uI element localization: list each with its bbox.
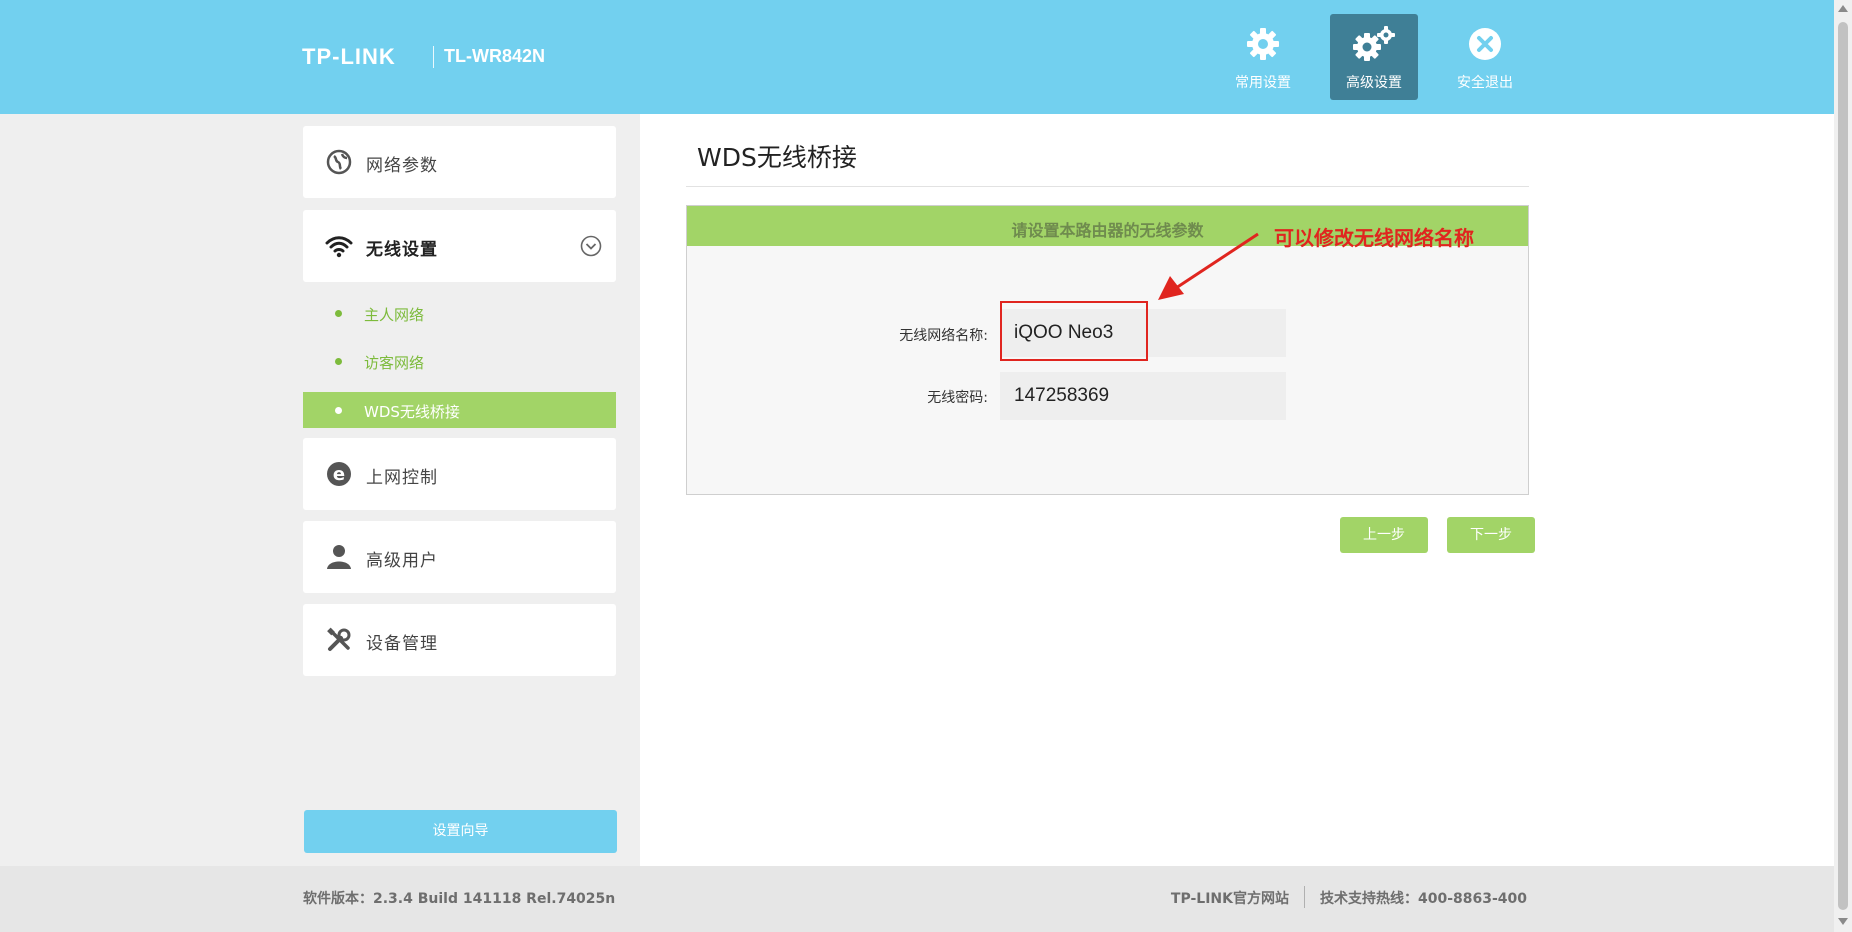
vertical-scrollbar[interactable] xyxy=(1834,0,1852,932)
title-divider xyxy=(686,186,1529,187)
setup-wizard-button[interactable]: 设置向导 xyxy=(304,810,617,853)
bullet-icon xyxy=(335,407,342,414)
ssid-label: 无线网络名称: xyxy=(899,328,988,344)
software-version: 软件版本：2.3.4 Build 141118 Rel.74025n xyxy=(303,891,616,907)
close-circle-icon xyxy=(1441,24,1529,64)
highlight-box xyxy=(1000,301,1148,361)
advanced-settings-label: 高级设置 xyxy=(1346,75,1402,91)
annotation-text: 可以修改无线网络名称 xyxy=(1274,226,1474,250)
gear-icon xyxy=(1219,24,1307,64)
logout-label: 安全退出 xyxy=(1457,75,1513,91)
logout-button[interactable]: 安全退出 xyxy=(1441,14,1529,100)
top-header: TP-LINK TL-WR842N 常用设置 高级设置 安全退出 xyxy=(0,0,1834,114)
advanced-settings-button[interactable]: 高级设置 xyxy=(1330,14,1418,100)
sidebar-item-label: 网络参数 xyxy=(366,156,438,176)
sidebar-item-wireless[interactable]: 无线设置 xyxy=(303,210,616,282)
wifi-icon xyxy=(325,232,353,260)
gears-icon xyxy=(1330,24,1418,64)
annotation-arrow-icon xyxy=(1158,232,1259,300)
official-site-link[interactable]: TP-LINK官方网站 xyxy=(1171,888,1289,908)
next-step-button[interactable]: 下一步 xyxy=(1447,517,1535,553)
sidebar-item-internet-control[interactable]: e 上网控制 xyxy=(303,438,616,510)
svg-text:e: e xyxy=(333,464,345,485)
sidebar-subitem-label: 访客网络 xyxy=(364,354,425,372)
sidebar-subitem-label: 主人网络 xyxy=(364,306,425,324)
chevron-down-icon[interactable] xyxy=(580,235,602,261)
bullet-icon xyxy=(335,358,342,365)
sidebar-item-label: 设备管理 xyxy=(366,634,438,654)
model-name: TL-WR842N xyxy=(444,46,546,66)
ie-icon: e xyxy=(325,460,353,488)
sidebar-item-label: 高级用户 xyxy=(366,551,438,571)
common-settings-label: 常用设置 xyxy=(1235,75,1291,91)
password-input[interactable] xyxy=(1000,372,1286,420)
logo-divider xyxy=(433,46,434,68)
support-hotline: 技术支持热线：400-8863-400 xyxy=(1320,891,1528,907)
prev-step-button[interactable]: 上一步 xyxy=(1340,517,1428,553)
sidebar-item-device-management[interactable]: 设备管理 xyxy=(303,604,616,676)
brand-logo: TP-LINK xyxy=(302,44,396,69)
sidebar-item-advanced-users[interactable]: 高级用户 xyxy=(303,521,616,593)
common-settings-button[interactable]: 常用设置 xyxy=(1219,14,1307,100)
globe-icon xyxy=(325,148,353,176)
sidebar-item-label: 上网控制 xyxy=(366,468,438,488)
tools-icon xyxy=(325,626,353,654)
sidebar-item-label: 无线设置 xyxy=(366,240,438,260)
page-title: WDS无线桥接 xyxy=(697,143,857,172)
footer: 软件版本：2.3.4 Build 141118 Rel.74025n TP-LI… xyxy=(0,866,1834,932)
sidebar-subitem-host-network[interactable]: 主人网络 xyxy=(303,295,616,331)
password-label: 无线密码: xyxy=(927,390,988,406)
footer-divider xyxy=(1304,886,1305,908)
scroll-down-icon[interactable] xyxy=(1838,918,1848,925)
scroll-thumb[interactable] xyxy=(1838,22,1848,910)
bullet-icon xyxy=(335,310,342,317)
sidebar-item-network[interactable]: 网络参数 xyxy=(303,126,616,198)
sidebar-subitem-label: WDS无线桥接 xyxy=(364,403,460,421)
user-icon xyxy=(325,543,353,571)
scroll-up-icon[interactable] xyxy=(1838,5,1848,12)
sidebar-subitem-guest-network[interactable]: 访客网络 xyxy=(303,343,616,379)
sidebar-subitem-wds-bridge[interactable]: WDS无线桥接 xyxy=(303,392,616,428)
